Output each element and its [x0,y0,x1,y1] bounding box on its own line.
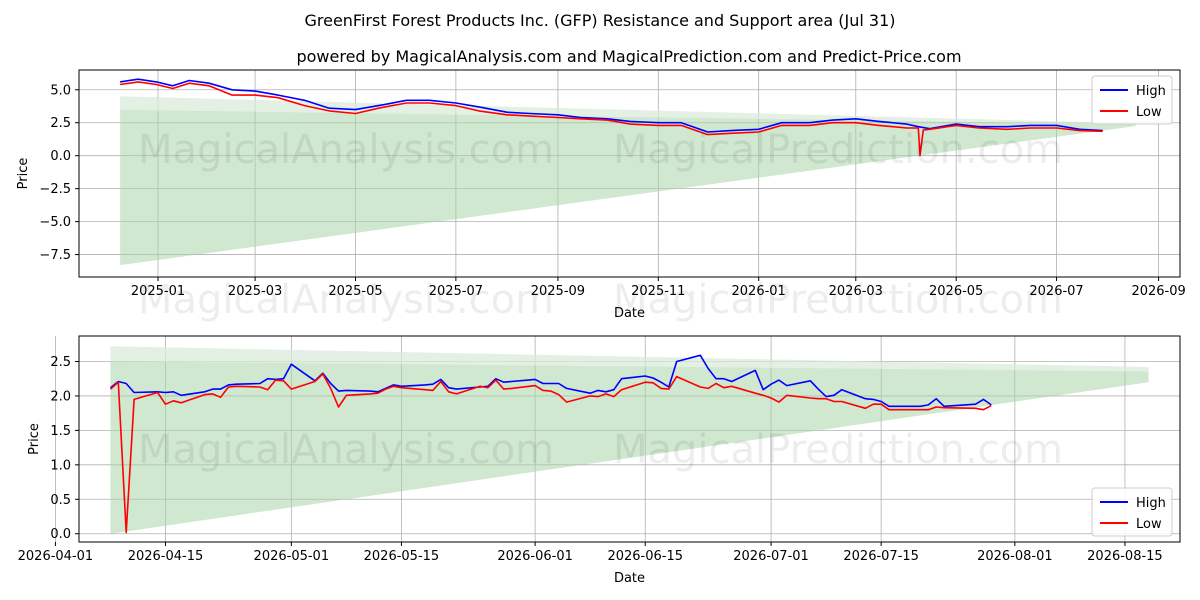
y-tick-label: 1.0 [50,458,71,473]
y-tick-label: 5.0 [50,83,71,98]
x-tick-label: 2026-08-01 [977,549,1053,564]
legend: High Low [1091,487,1173,537]
legend: High Low [1091,75,1173,125]
y-tick-label: 0.0 [50,527,71,542]
y-tick-label: 0.5 [50,493,71,508]
x-tick-label: 2026-05-15 [364,549,440,564]
y-axis-label: Price [27,423,42,455]
x-tick-label: 2026-08-15 [1087,549,1163,564]
x-tick-label: 2026-07-15 [843,549,919,564]
x-tick-label: 2026-06-01 [497,549,573,564]
y-axis-label: Price [16,158,31,190]
watermark-prediction-mid: MagicalPrediction.com [613,277,1063,323]
legend-label-low: Low [1136,105,1162,120]
x-tick-label: 2026-09 [1131,284,1185,299]
figure: GreenFirst Forest Products Inc. (GFP) Re… [16,11,1186,586]
x-axis-label: Date [614,571,645,586]
x-tick-label: 2026-05-01 [254,549,330,564]
legend-label-high: High [1136,496,1166,511]
x-tick-label: 2026-07-01 [733,549,809,564]
chart-subtitle: powered by MagicalAnalysis.com and Magic… [296,47,961,66]
watermark-analysis-top: MagicalAnalysis.com [138,127,554,173]
x-tick-label: 2026-06-15 [607,549,683,564]
legend-label-low: Low [1136,517,1162,532]
y-tick-label: 1.5 [50,424,71,439]
x-tick-label: 2026-04-15 [128,549,204,564]
watermark-prediction-top: MagicalPrediction.com [613,127,1063,173]
y-tick-label: −7.5 [39,248,71,263]
y-tick-label: 2.0 [50,389,71,404]
y-tick-label: −2.5 [39,182,71,197]
watermark-analysis-bottom: MagicalAnalysis.com [138,427,554,473]
legend-label-high: High [1136,84,1166,99]
y-tick-label: −5.0 [39,215,71,230]
y-tick-label: 2.5 [50,116,71,131]
watermark-prediction-bottom: MagicalPrediction.com [613,427,1063,473]
watermark-analysis-mid: MagicalAnalysis.com [138,277,554,323]
y-tick-label: 0.0 [50,149,71,164]
y-tick-label: 2.5 [50,355,71,370]
x-tick-label: 2026-04-01 [18,549,94,564]
chart-title: GreenFirst Forest Products Inc. (GFP) Re… [304,11,895,30]
